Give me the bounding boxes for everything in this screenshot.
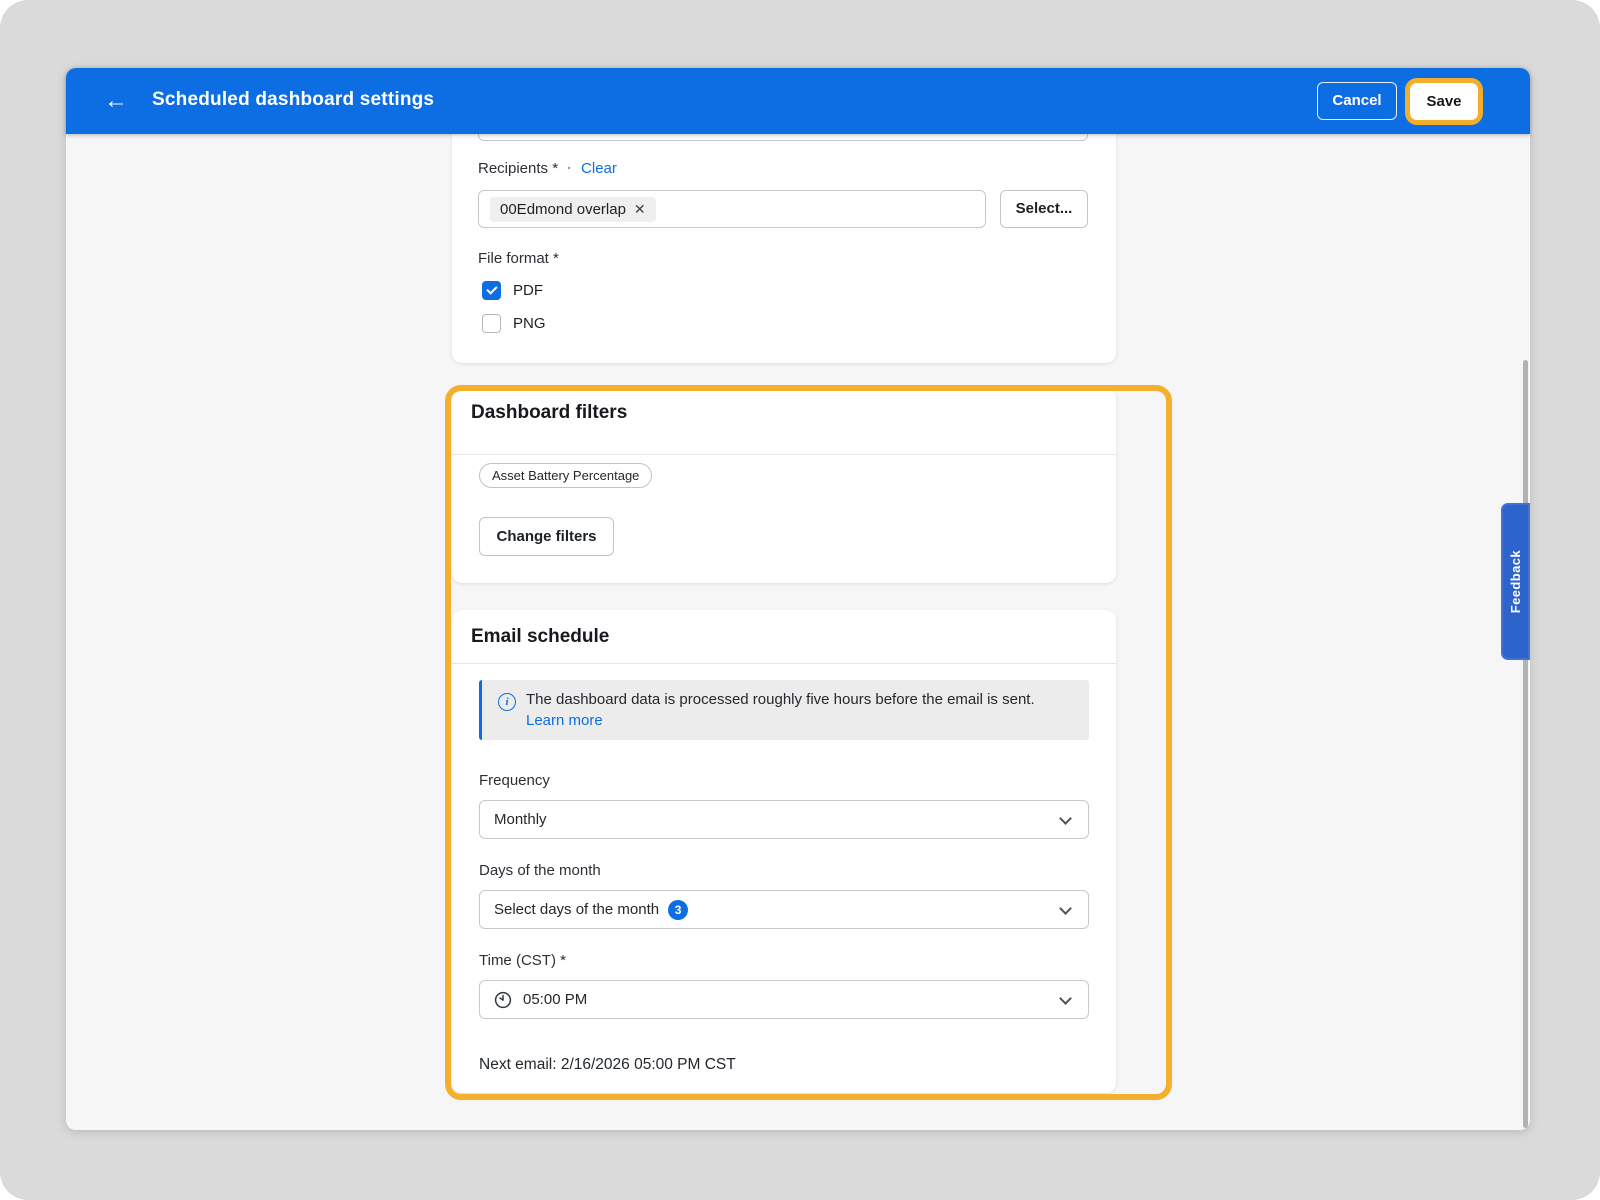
- divider: [452, 663, 1116, 664]
- chevron-down-icon: [1059, 992, 1072, 1005]
- clear-recipients-link[interactable]: Clear: [581, 160, 617, 177]
- cancel-button[interactable]: Cancel: [1317, 82, 1397, 120]
- png-label: PNG: [513, 315, 546, 332]
- email-schedule-card: Email schedule i The dashboard data is p…: [452, 610, 1116, 1093]
- info-banner: i The dashboard data is processed roughl…: [479, 680, 1089, 740]
- recipients-input[interactable]: 00Edmond overlap ✕: [478, 190, 986, 228]
- days-of-month-label: Days of the month: [479, 862, 601, 879]
- pdf-option-row: PDF: [482, 281, 543, 300]
- dashboard-filters-title: Dashboard filters: [471, 402, 627, 424]
- vertical-scrollbar[interactable]: [1523, 360, 1528, 1128]
- pdf-checkbox[interactable]: [482, 281, 501, 300]
- days-of-month-value: Select days of the month: [494, 901, 659, 918]
- time-label: Time (CST) *: [479, 952, 566, 969]
- feedback-tab-label: Feedback: [1508, 550, 1523, 613]
- recipients-label-row: Recipients * · Clear: [478, 160, 617, 177]
- save-button[interactable]: Save: [1410, 83, 1478, 120]
- page-title: Scheduled dashboard settings: [152, 89, 434, 111]
- label-separator: ·: [567, 160, 572, 177]
- learn-more-link[interactable]: Learn more: [526, 712, 603, 729]
- png-checkbox[interactable]: [482, 314, 501, 333]
- change-filters-button[interactable]: Change filters: [479, 517, 614, 556]
- info-icon: i: [498, 693, 516, 711]
- filter-chip: Asset Battery Percentage: [479, 463, 652, 488]
- frequency-value: Monthly: [494, 811, 547, 828]
- recipient-chip-label: 00Edmond overlap: [500, 201, 626, 218]
- time-value: 05:00 PM: [523, 991, 587, 1008]
- days-of-month-select[interactable]: Select days of the month 3: [479, 890, 1089, 929]
- back-arrow-icon[interactable]: ←: [100, 85, 132, 117]
- clock-icon: [494, 991, 512, 1009]
- next-email-text: Next email: 2/16/2026 05:00 PM CST: [479, 1056, 736, 1074]
- app-window: Recipients * · Clear 00Edmond overlap ✕ …: [66, 68, 1530, 1130]
- pdf-label: PDF: [513, 282, 543, 299]
- checkmark-icon: [486, 283, 497, 294]
- time-select[interactable]: 05:00 PM: [479, 980, 1089, 1019]
- dashboard-filters-card: Dashboard filters Asset Battery Percenta…: [452, 388, 1116, 583]
- app-header: ← Scheduled dashboard settings Cancel Sa…: [66, 68, 1530, 134]
- close-icon[interactable]: ✕: [634, 201, 646, 218]
- png-option-row: PNG: [482, 314, 546, 333]
- feedback-tab[interactable]: Feedback: [1501, 503, 1530, 660]
- frequency-select[interactable]: Monthly: [479, 800, 1089, 839]
- select-recipients-button[interactable]: Select...: [1000, 190, 1088, 228]
- chevron-down-icon: [1059, 902, 1072, 915]
- desktop-background: Recipients * · Clear 00Edmond overlap ✕ …: [0, 0, 1600, 1200]
- info-banner-text: The dashboard data is processed roughly …: [526, 689, 1066, 731]
- chevron-down-icon: [1059, 812, 1072, 825]
- recipient-chip[interactable]: 00Edmond overlap ✕: [490, 197, 656, 222]
- email-schedule-title: Email schedule: [471, 626, 609, 648]
- info-message: The dashboard data is processed roughly …: [526, 691, 1035, 708]
- recipients-label: Recipients *: [478, 160, 558, 177]
- file-format-label: File format *: [478, 250, 559, 267]
- selected-days-count-badge: 3: [668, 900, 688, 920]
- divider: [452, 454, 1116, 455]
- frequency-label: Frequency: [479, 772, 550, 789]
